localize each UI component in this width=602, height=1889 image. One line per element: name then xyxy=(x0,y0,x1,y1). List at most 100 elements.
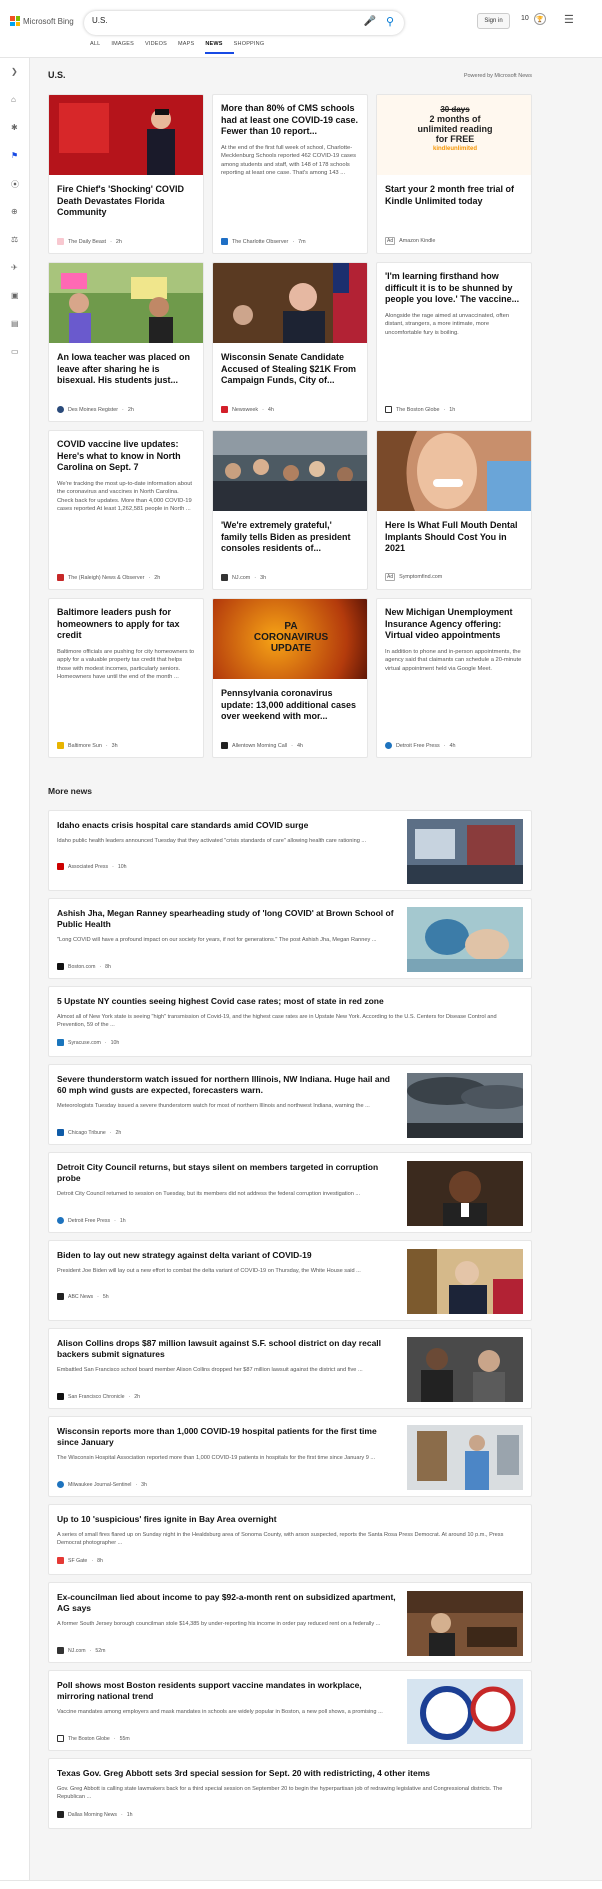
footer-bar xyxy=(0,1880,602,1889)
card-source: Ad Amazon Kindle xyxy=(385,237,436,245)
news-row[interactable]: Biden to lay out new strategy against de… xyxy=(48,1240,532,1321)
powered-by: Powered by Microsoft News xyxy=(463,73,532,79)
news-card[interactable]: Wisconsin Senate Candidate Accused of St… xyxy=(212,262,368,422)
source-logo-icon xyxy=(57,1481,64,1488)
bing-logo[interactable]: Microsoft Bing xyxy=(10,16,74,26)
row-title[interactable]: Alison Collins drops $87 million lawsuit… xyxy=(57,1338,397,1360)
news-card[interactable]: An Iowa teacher was placed on leave afte… xyxy=(48,262,204,422)
card-title[interactable]: Here Is What Full Mouth Dental Implants … xyxy=(377,511,531,555)
search-icon[interactable]: ⚲ xyxy=(386,15,394,28)
source-logo-icon xyxy=(221,574,228,581)
money-icon[interactable]: ▭ xyxy=(11,347,19,356)
news-row[interactable]: Poll shows most Boston residents support… xyxy=(48,1670,532,1751)
rewards-points[interactable]: 10 xyxy=(521,15,529,22)
card-snippet: We're tracking the most up-to-date infor… xyxy=(57,480,193,513)
card-image: 30 days 2 months of unlimited reading fo… xyxy=(377,95,531,175)
news-card[interactable]: New Michigan Unemployment Insurance Agen… xyxy=(376,598,532,758)
card-source: Baltimore Sun · 3h xyxy=(57,742,118,749)
news-card[interactable]: 'I'm learning firsthand how difficult it… xyxy=(376,262,532,422)
more-news-heading: More news xyxy=(48,786,92,796)
world-icon[interactable]: ⊕ xyxy=(11,207,18,216)
business-icon[interactable]: ▤ xyxy=(11,319,19,328)
card-title[interactable]: Fire Chief's 'Shocking' COVID Death Deva… xyxy=(49,175,203,219)
card-title[interactable]: Start your 2 month free trial of Kindle … xyxy=(377,175,531,207)
row-thumbnail xyxy=(407,1679,523,1744)
row-title[interactable]: Detroit City Council returns, but stays … xyxy=(57,1162,397,1184)
us-flag-icon[interactable]: ⚑ xyxy=(11,151,18,160)
local-pin-icon[interactable]: ⦿ xyxy=(11,179,19,190)
row-source: Detroit Free Press · 1h xyxy=(57,1217,126,1224)
tab-images[interactable]: IMAGES xyxy=(111,41,145,54)
news-row[interactable]: Ashish Jha, Megan Ranney spearheading st… xyxy=(48,898,532,979)
sign-in-button[interactable]: Sign in xyxy=(477,13,510,29)
row-title[interactable]: Wisconsin reports more than 1,000 COVID-… xyxy=(57,1426,397,1448)
news-card[interactable]: 'We're extremely grateful,' family tells… xyxy=(212,430,368,590)
row-title[interactable]: Biden to lay out new strategy against de… xyxy=(57,1250,397,1261)
row-title[interactable]: Poll shows most Boston residents support… xyxy=(57,1680,397,1702)
tab-all[interactable]: ALL xyxy=(90,41,111,54)
card-source: Allentown Morning Call · 4h xyxy=(221,742,303,749)
news-card[interactable]: Baltimore leaders push for homeowners to… xyxy=(48,598,204,758)
search-input[interactable] xyxy=(92,16,342,25)
news-row[interactable]: Alison Collins drops $87 million lawsuit… xyxy=(48,1328,532,1409)
expand-icon[interactable]: ❯ xyxy=(11,67,18,76)
rewards-icon[interactable]: 🏆 xyxy=(534,13,546,25)
source-logo-icon xyxy=(57,1129,64,1136)
row-source: Chicago Tribune · 2h xyxy=(57,1129,121,1136)
home-icon[interactable]: ⌂ xyxy=(11,95,16,104)
card-title[interactable]: 'I'm learning firsthand how difficult it… xyxy=(377,263,531,306)
tab-videos[interactable]: VIDEOS xyxy=(145,41,178,54)
row-source: NJ.com · 52m xyxy=(57,1647,105,1654)
ad-badge: Ad xyxy=(385,237,396,245)
entertainment-icon[interactable]: ▣ xyxy=(11,291,19,300)
card-source: The Boston Globe · 1h xyxy=(385,406,455,413)
ad-card[interactable]: Here Is What Full Mouth Dental Implants … xyxy=(376,430,532,590)
news-row[interactable]: Up to 10 'suspicious' fires ignite in Ba… xyxy=(48,1504,532,1575)
news-card[interactable]: PA CORONAVIRUS UPDATE Pennsylvania coron… xyxy=(212,598,368,758)
news-row[interactable]: Wisconsin reports more than 1,000 COVID-… xyxy=(48,1416,532,1497)
card-title[interactable]: 'We're extremely grateful,' family tells… xyxy=(213,511,367,555)
card-source: The (Raleigh) News & Observer · 2h xyxy=(57,574,160,581)
row-title[interactable]: Severe thunderstorm watch issued for nor… xyxy=(57,1074,397,1096)
card-image xyxy=(213,431,367,511)
card-source: Ad Symptomfind.com xyxy=(385,573,443,581)
card-title[interactable]: Pennsylvania coronavirus update: 13,000 … xyxy=(213,679,367,723)
news-row[interactable]: Severe thunderstorm watch issued for nor… xyxy=(48,1064,532,1145)
science-icon[interactable]: ✈ xyxy=(11,263,18,272)
news-row[interactable]: Texas Gov. Greg Abbott sets 3rd special … xyxy=(48,1758,532,1829)
news-row[interactable]: Detroit City Council returns, but stays … xyxy=(48,1152,532,1233)
politics-icon[interactable]: ⚖ xyxy=(11,235,18,244)
card-image xyxy=(377,431,531,511)
row-title[interactable]: Ex-councilman lied about income to pay $… xyxy=(57,1592,397,1614)
card-title[interactable]: New Michigan Unemployment Insurance Agen… xyxy=(377,599,531,642)
news-row[interactable]: Idaho enacts crisis hospital care standa… xyxy=(48,810,532,891)
card-title[interactable]: Wisconsin Senate Candidate Accused of St… xyxy=(213,343,367,387)
news-row[interactable]: 5 Upstate NY counties seeing highest Cov… xyxy=(48,986,532,1057)
news-card[interactable]: More than 80% of CMS schools had at leas… xyxy=(212,94,368,254)
tab-maps[interactable]: MAPS xyxy=(178,41,205,54)
news-row[interactable]: Ex-councilman lied about income to pay $… xyxy=(48,1582,532,1663)
news-card[interactable]: COVID vaccine live updates: Here's what … xyxy=(48,430,204,590)
source-logo-icon xyxy=(57,1647,64,1654)
row-title[interactable]: Up to 10 'suspicious' fires ignite in Ba… xyxy=(57,1514,517,1525)
promo-line4: for FREE xyxy=(435,134,475,144)
row-title[interactable]: Idaho enacts crisis hospital care standa… xyxy=(57,820,397,831)
row-title[interactable]: 5 Upstate NY counties seeing highest Cov… xyxy=(57,996,517,1007)
row-title[interactable]: Texas Gov. Greg Abbott sets 3rd special … xyxy=(57,1768,517,1779)
source-logo-icon xyxy=(57,1293,64,1300)
hamburger-icon[interactable]: ☰ xyxy=(564,13,574,26)
card-title[interactable]: Baltimore leaders push for homeowners to… xyxy=(49,599,203,642)
row-source: Milwaukee Journal-Sentinel · 3h xyxy=(57,1481,147,1488)
card-source: The Charlotte Observer · 7m xyxy=(221,238,306,245)
ad-card[interactable]: 30 days 2 months of unlimited reading fo… xyxy=(376,94,532,254)
card-title[interactable]: An Iowa teacher was placed on leave afte… xyxy=(49,343,203,387)
news-card[interactable]: Fire Chief's 'Shocking' COVID Death Deva… xyxy=(48,94,204,254)
row-title[interactable]: Ashish Jha, Megan Ranney spearheading st… xyxy=(57,908,397,930)
card-title[interactable]: More than 80% of CMS schools had at leas… xyxy=(213,95,367,138)
card-title[interactable]: COVID vaccine live updates: Here's what … xyxy=(49,431,203,474)
tab-news[interactable]: NEWS xyxy=(205,41,234,54)
tab-shopping[interactable]: SHOPPING xyxy=(234,41,276,54)
search-box[interactable]: 🎤 ⚲ xyxy=(84,11,404,35)
microphone-icon[interactable]: 🎤 xyxy=(364,16,376,27)
coronavirus-icon[interactable]: ✱ xyxy=(11,123,18,132)
